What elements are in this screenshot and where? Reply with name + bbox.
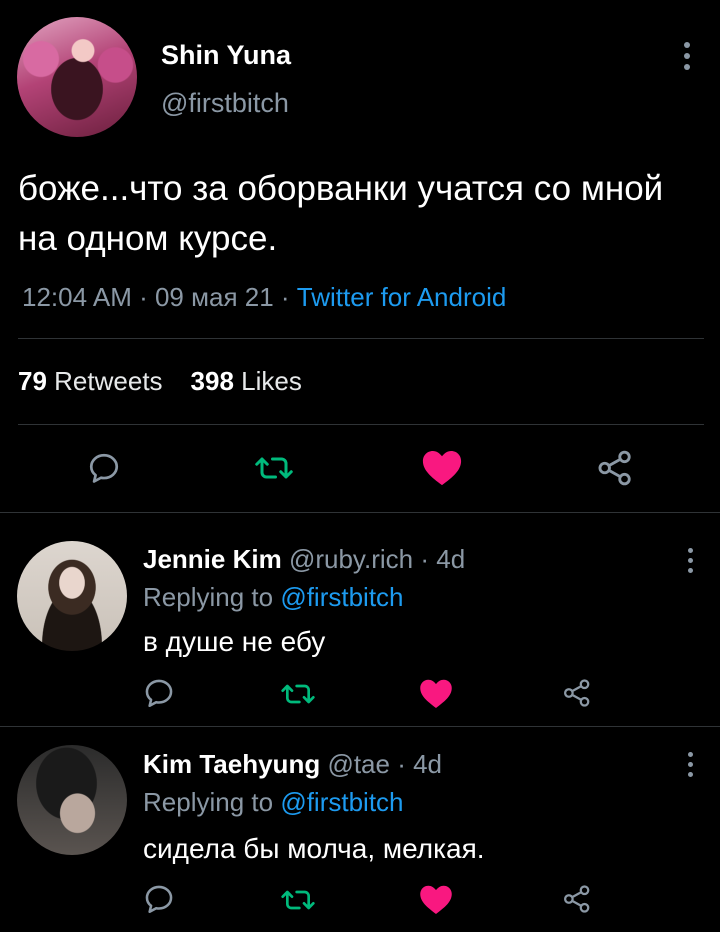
replying-to: Replying to @firstbitch — [143, 787, 404, 818]
retweet-icon[interactable] — [254, 450, 294, 486]
reply-author-name[interactable]: Kim Taehyung — [143, 749, 320, 779]
more-vertical-icon[interactable] — [686, 752, 694, 777]
heart-icon[interactable] — [418, 676, 454, 710]
divider — [0, 726, 720, 727]
more-vertical-icon[interactable] — [683, 42, 691, 70]
more-vertical-icon[interactable] — [686, 548, 694, 573]
author-name[interactable]: Shin Yuna — [161, 40, 291, 71]
tweet-text: боже...что за оборванки учатся со мной н… — [18, 169, 664, 258]
reply-icon[interactable] — [86, 450, 122, 486]
share-icon[interactable] — [562, 884, 592, 914]
retweets-stat[interactable]: 79 Retweets — [18, 366, 163, 396]
likes-label: Likes — [241, 366, 302, 396]
divider — [18, 338, 704, 339]
replying-to-prefix: Replying to — [143, 582, 281, 612]
reply-header: Jennie Kim @ruby.rich · 4d — [143, 544, 466, 574]
meta-separator: · — [131, 282, 155, 312]
retweets-label: Retweets — [54, 366, 163, 396]
avatar[interactable] — [17, 17, 137, 137]
reply-header: Kim Taehyung @tae · 4d — [143, 749, 443, 779]
retweet-icon[interactable] — [280, 678, 316, 710]
likes-count: 398 — [190, 366, 234, 396]
tweet-stats: 79 Retweets 398 Likes — [18, 366, 302, 397]
reply-age: 4d — [413, 749, 443, 779]
retweets-count: 79 — [18, 366, 47, 396]
replying-to: Replying to @firstbitch — [143, 582, 404, 613]
reply-author-handle[interactable]: @tae — [327, 749, 390, 779]
main-tweet: Shin Yuna @firstbitch боже...что за обор… — [0, 0, 720, 512]
heart-icon[interactable] — [418, 882, 454, 916]
heart-icon[interactable] — [420, 447, 464, 487]
meta-separator: · — [273, 282, 297, 312]
replying-to-link[interactable]: @firstbitch — [280, 582, 403, 612]
retweet-icon[interactable] — [280, 884, 316, 916]
author-handle[interactable]: @firstbitch — [161, 88, 289, 119]
reply-author-handle[interactable]: @ruby.rich — [289, 544, 413, 574]
tweet-meta: 12:04 AM · 09 мая 21 · Twitter for Andro… — [22, 282, 506, 313]
reply-text: в душе не ебу — [143, 626, 326, 657]
divider — [0, 512, 720, 513]
share-icon[interactable] — [562, 678, 592, 708]
replying-to-link[interactable]: @firstbitch — [280, 787, 403, 817]
reply-text: сидела бы молча, мелкая. — [143, 833, 485, 864]
avatar[interactable] — [17, 541, 127, 651]
reply-icon[interactable] — [142, 882, 176, 916]
tweet-time: 12:04 AM — [22, 282, 132, 312]
reply-age: 4d — [436, 544, 466, 574]
likes-stat[interactable]: 398 Likes — [191, 366, 302, 396]
avatar[interactable] — [17, 745, 127, 855]
divider — [18, 424, 704, 425]
share-icon[interactable] — [596, 449, 634, 487]
reply-author-name[interactable]: Jennie Kim — [143, 544, 282, 574]
reply-icon[interactable] — [142, 676, 176, 710]
tweet-source-link[interactable]: Twitter for Android — [297, 282, 507, 312]
tweet-date: 09 мая 21 — [154, 282, 274, 312]
replying-to-prefix: Replying to — [143, 787, 281, 817]
